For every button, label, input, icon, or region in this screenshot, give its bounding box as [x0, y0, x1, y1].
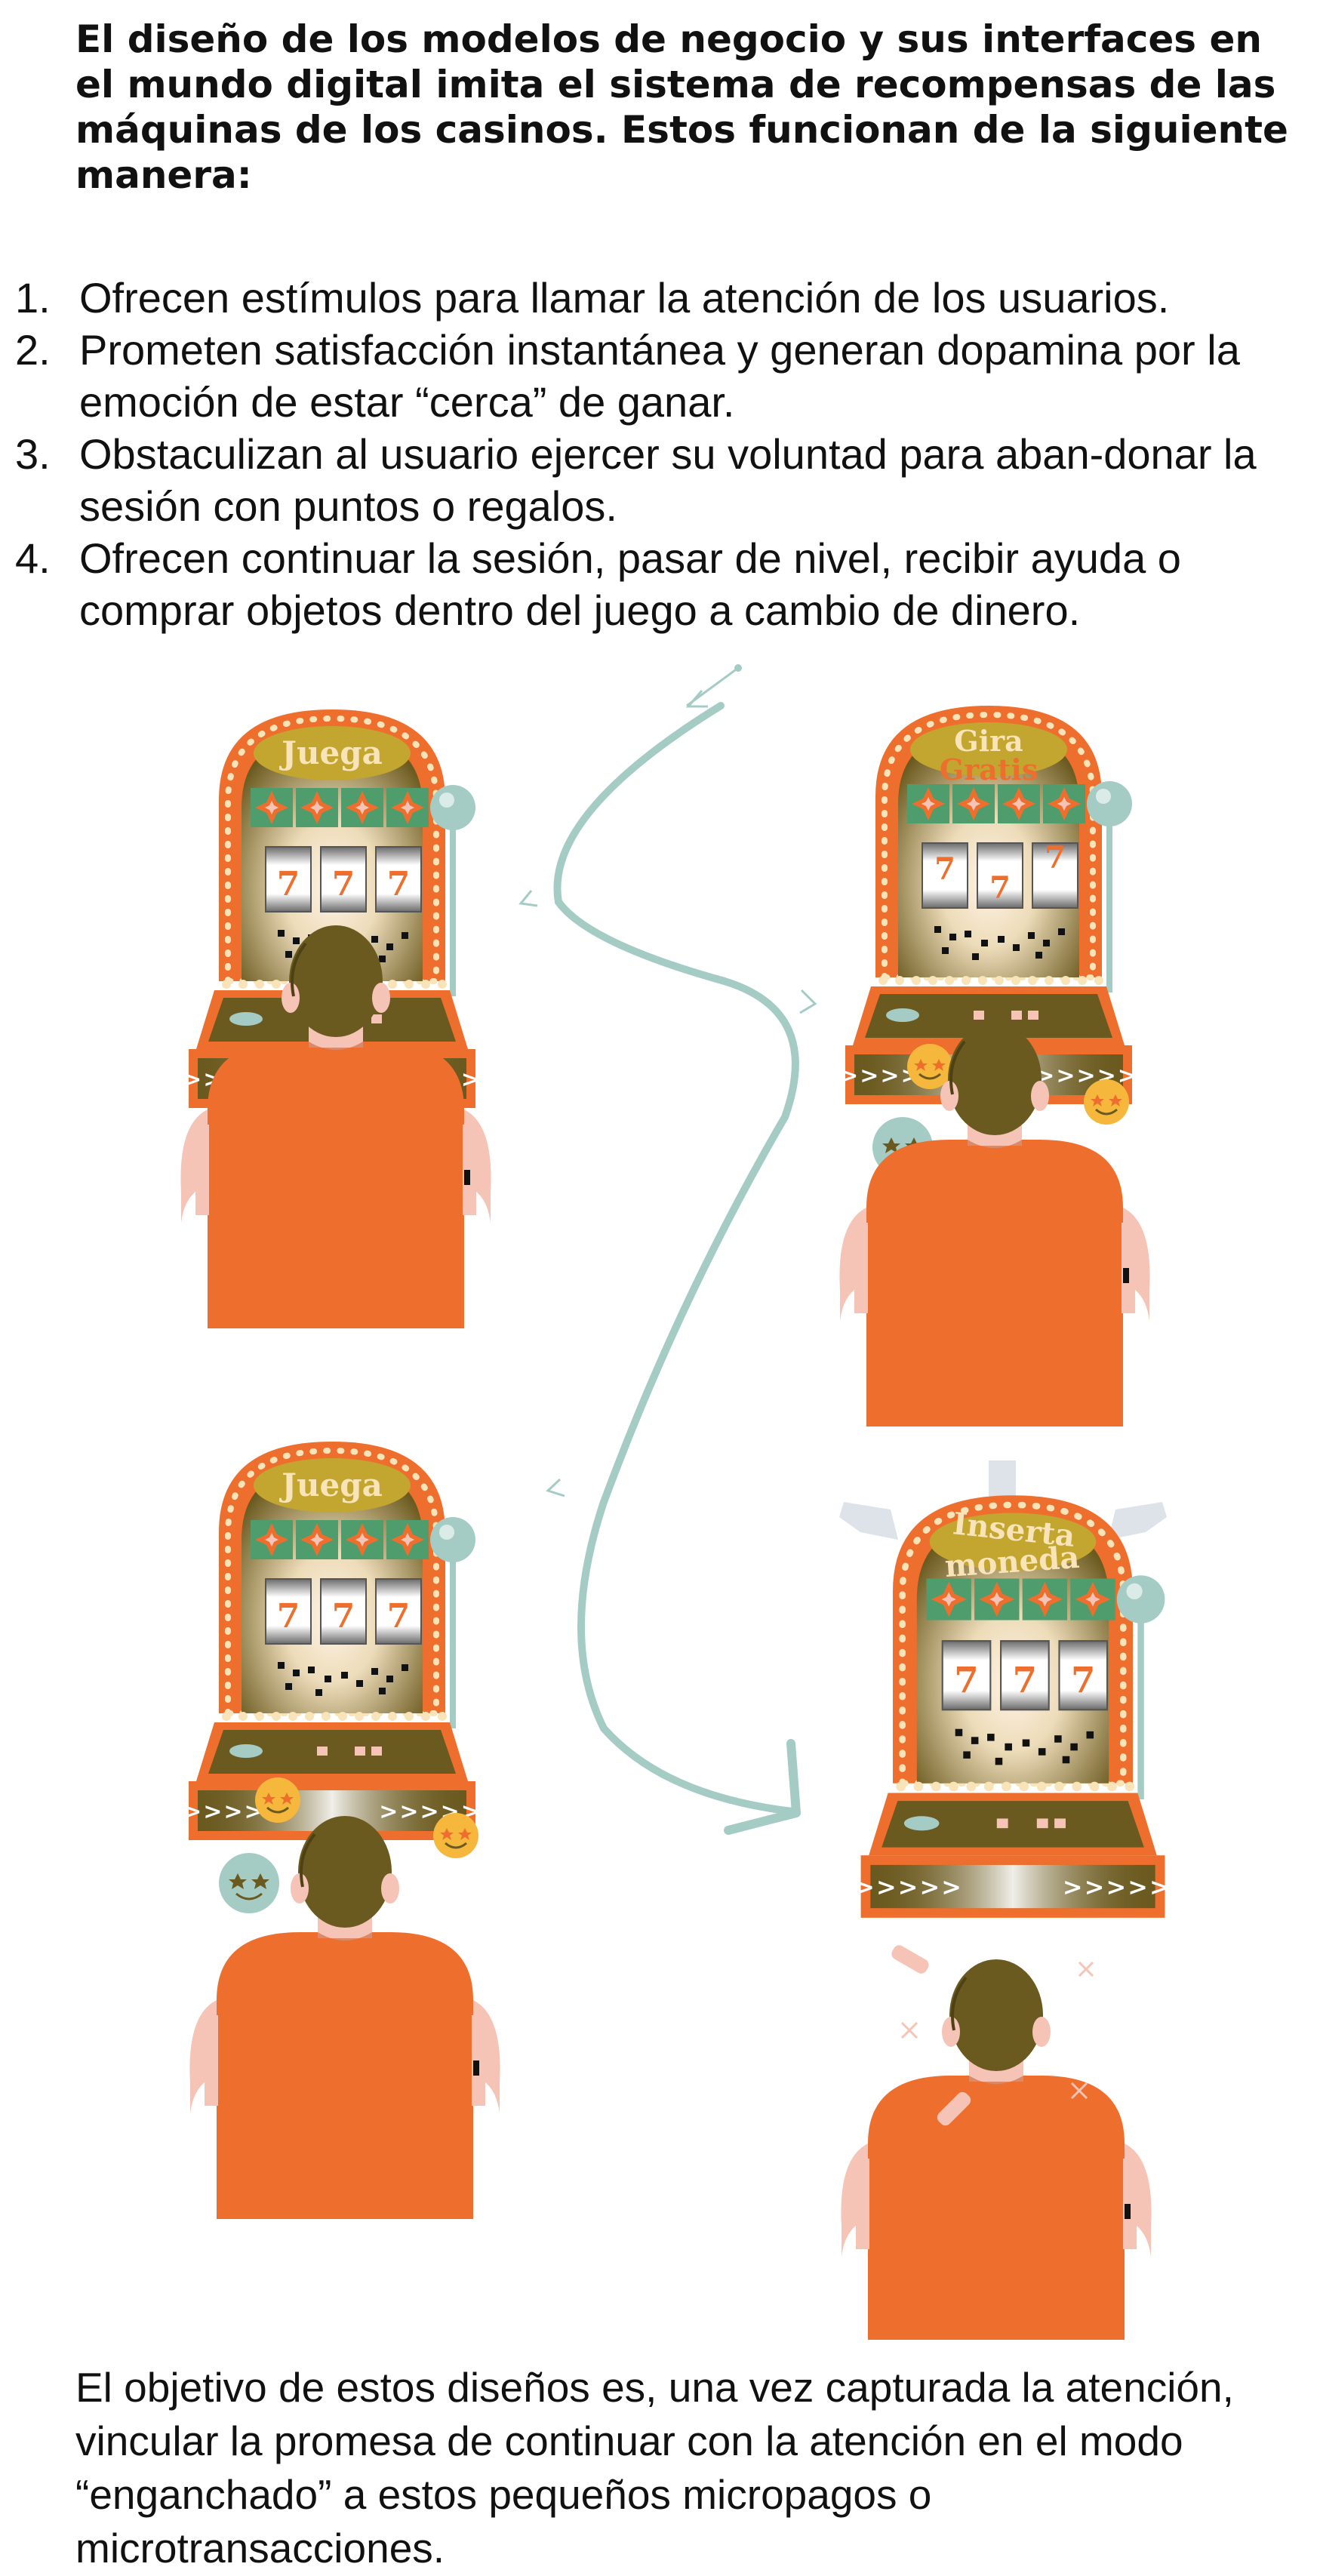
flow-curve — [553, 702, 799, 1815]
slot-machine-4: Inserta moneda 7 7 7 >>>>> >>>>> — [854, 1495, 1171, 1918]
flow-arrowhead — [546, 1478, 565, 1497]
step-item-4: 4. Ofrecen continuar la sesión, pasar de … — [15, 532, 1298, 636]
smiley-icon — [1082, 1078, 1131, 1126]
reel-symbol: 7 — [989, 870, 1011, 906]
step-number: 4. — [15, 534, 51, 582]
step-text: Obstaculizan al usuario ejercer su volun… — [79, 430, 1257, 530]
intro-heading: El diseño de los modelos de negocio y su… — [75, 17, 1288, 197]
smiley-icon — [217, 1851, 281, 1915]
flow-arrowhead-main — [724, 1739, 801, 1835]
slot-machine-3: Juega 7 7 7 >>>>> >>>>> — [183, 1442, 480, 1840]
reel-symbol: 7 — [1045, 840, 1066, 876]
step-item-3: 3. Obstaculizan al usuario ejercer su vol… — [15, 428, 1298, 532]
player-4 — [839, 1958, 1153, 2340]
reel-symbol: 7 — [277, 865, 300, 903]
step-text: Ofrecen continuar la sesión, pasar de ni… — [79, 534, 1181, 634]
step-number: 1. — [15, 274, 51, 322]
flow-arrowhead — [799, 989, 817, 1014]
smiley-icon — [432, 1811, 480, 1860]
reel-symbol: 7 — [954, 1659, 978, 1700]
closing-paragraph: El objetivo de estos diseños es, una vez… — [75, 2364, 1234, 2571]
coin-tray-text: >>>>> >>>>> — [854, 1873, 1171, 1901]
step-item-2: 2. Prometen satisfacción instantánea y ge… — [15, 324, 1298, 428]
slot-machines-illustration: Juega 7 7 7 >>>>> >>>>> Gira Gratis 7 7 … — [179, 664, 1171, 2340]
smiley-icon — [254, 1776, 302, 1824]
reel-symbol: 7 — [332, 865, 355, 903]
flow-arrowhead — [518, 890, 538, 907]
reel-symbol: 7 — [332, 1597, 355, 1636]
machine-sign: Juega — [278, 1467, 383, 1503]
step-text: Ofrecen estímulos para llamar la atenció… — [79, 274, 1170, 322]
step-text: Prometen satisfacción instantánea y gene… — [79, 326, 1240, 426]
reel-symbol: 7 — [1013, 1659, 1037, 1700]
reel-symbol: 7 — [387, 865, 411, 903]
reel-symbol: 7 — [277, 1597, 300, 1636]
machine-sign-line2: Gratis — [940, 752, 1038, 786]
reel-symbol: 7 — [934, 851, 955, 887]
step-item-1: 1. Ofrecen estímulos para llamar la atenc… — [15, 272, 1298, 324]
reel-symbol: 7 — [387, 1597, 411, 1636]
step-number: 3. — [15, 430, 51, 478]
machine-sign: Juega — [278, 734, 383, 771]
steps-list: 1. Ofrecen estímulos para llamar la atenc… — [15, 272, 1298, 636]
step-number: 2. — [15, 326, 51, 374]
reel-symbol: 7 — [1071, 1659, 1095, 1700]
